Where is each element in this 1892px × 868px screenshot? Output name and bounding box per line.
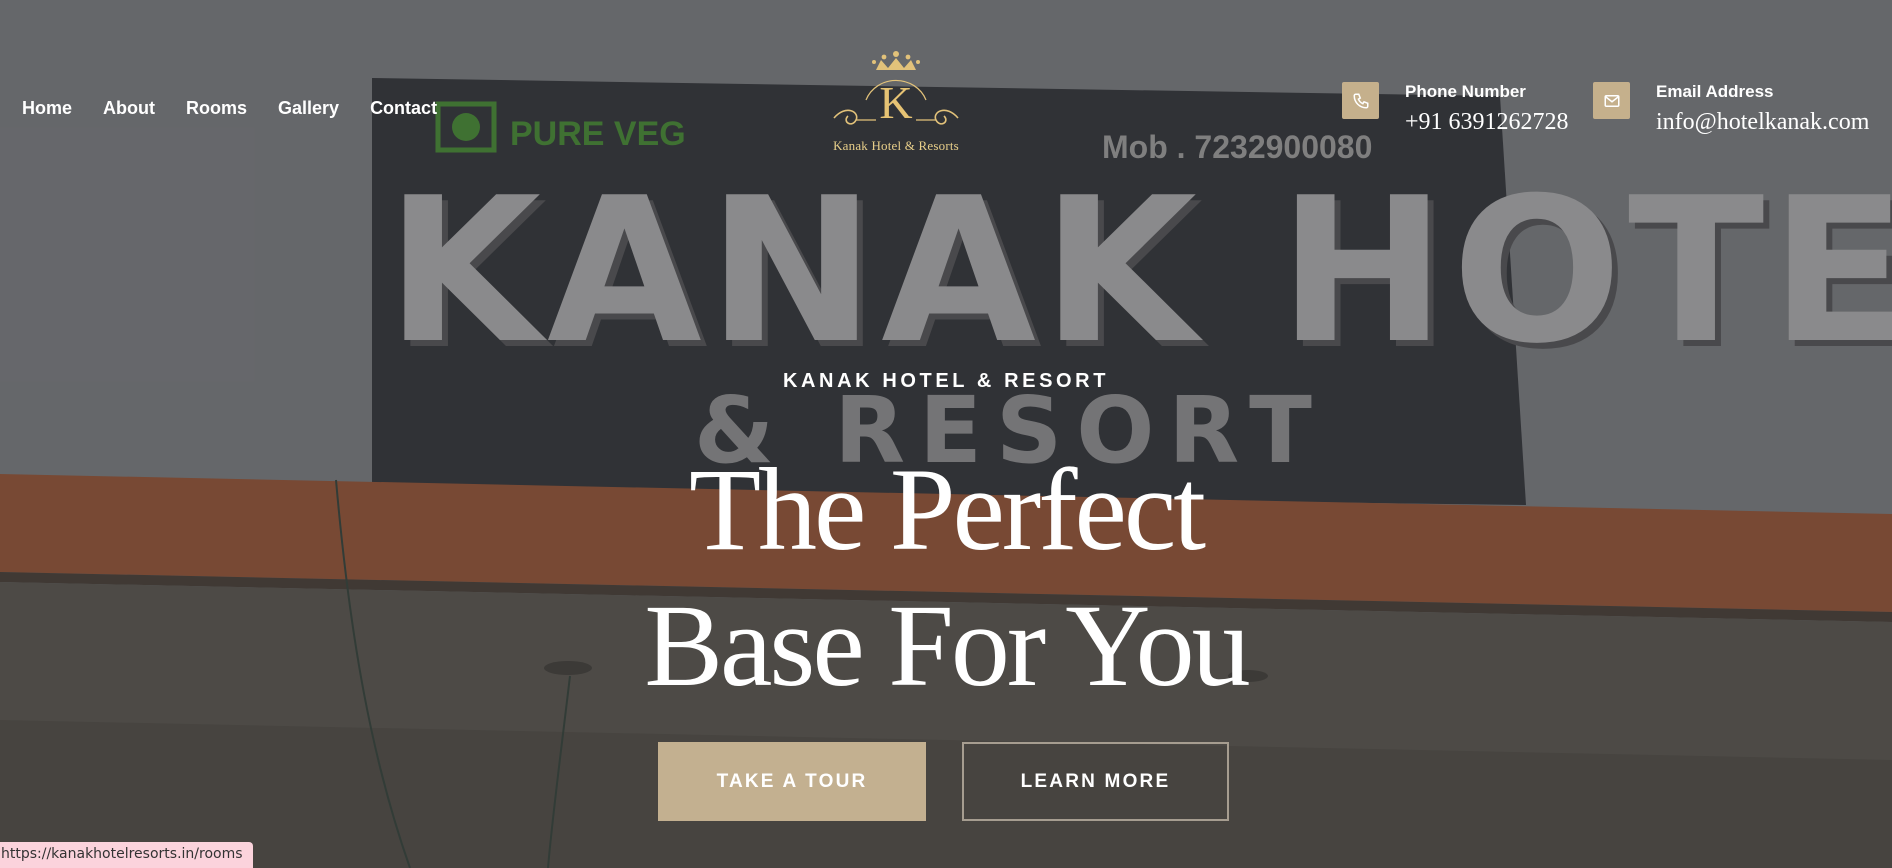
nav-home[interactable]: Home xyxy=(22,97,72,119)
nav-contact[interactable]: Contact xyxy=(370,97,437,119)
take-a-tour-button[interactable]: TAKE A TOUR xyxy=(658,742,926,821)
logo-letter: K xyxy=(879,77,912,128)
link-status-bar: https://kanakhotelresorts.in/rooms xyxy=(0,842,253,868)
learn-more-button[interactable]: LEARN MORE xyxy=(962,742,1229,821)
main-nav: Home About Rooms Gallery Contact xyxy=(22,97,468,119)
envelope-icon[interactable] xyxy=(1593,82,1630,119)
hero-eyebrow: KANAK HOTEL & RESORT xyxy=(782,370,1110,392)
phone-label: Phone Number xyxy=(1405,82,1526,101)
nav-gallery[interactable]: Gallery xyxy=(278,97,339,119)
logo-text: Kanak Hotel & Resorts xyxy=(833,138,959,153)
email-value[interactable]: info@hotelkanak.com xyxy=(1656,107,1869,137)
headline-line-1: The Perfect xyxy=(688,444,1206,575)
phone-value[interactable]: +91 6391262728 xyxy=(1405,107,1569,137)
site-logo[interactable]: K Kanak Hotel & Resorts xyxy=(826,48,966,156)
nav-about[interactable]: About xyxy=(103,97,155,119)
contact-phone: Phone Number +91 6391262728 xyxy=(1342,82,1569,137)
headline-line-2: Base For You xyxy=(644,580,1250,711)
email-label: Email Address xyxy=(1656,82,1774,101)
hero-headline: The Perfect Base For You xyxy=(0,442,1892,714)
contact-email: Email Address info@hotelkanak.com xyxy=(1593,82,1869,137)
phone-icon[interactable] xyxy=(1342,82,1379,119)
crown-logo-icon: K xyxy=(833,51,959,128)
nav-rooms[interactable]: Rooms xyxy=(186,97,247,119)
